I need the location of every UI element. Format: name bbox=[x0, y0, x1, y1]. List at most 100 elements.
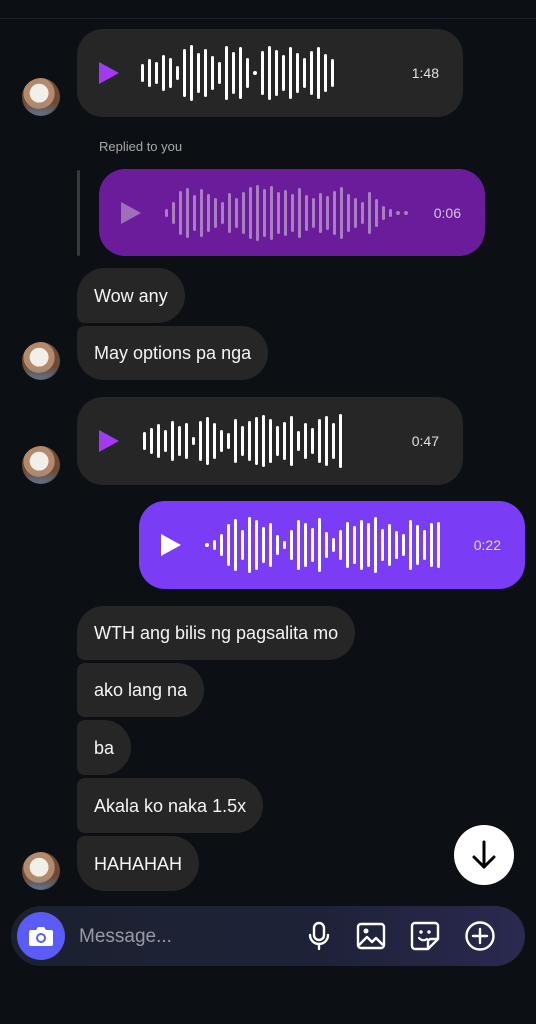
waveform-bar bbox=[347, 193, 350, 232]
waveform bbox=[165, 183, 408, 243]
waveform-bar bbox=[214, 197, 217, 228]
waveform-bar bbox=[325, 416, 328, 466]
avatar[interactable] bbox=[22, 852, 60, 890]
voice-message[interactable]: 1:48 bbox=[77, 29, 463, 117]
waveform-bar bbox=[318, 419, 321, 463]
waveform-bar bbox=[368, 191, 371, 234]
waveform-bar bbox=[430, 523, 433, 567]
waveform-bar bbox=[225, 46, 228, 100]
waveform-bar bbox=[290, 416, 293, 466]
voice-record-button[interactable] bbox=[303, 920, 335, 952]
waveform-bar bbox=[169, 58, 172, 88]
play-icon[interactable] bbox=[99, 62, 119, 84]
waveform-bar bbox=[310, 51, 313, 95]
waveform-bar bbox=[276, 426, 279, 456]
waveform-bar bbox=[402, 534, 405, 556]
waveform bbox=[205, 515, 440, 575]
waveform bbox=[143, 411, 342, 471]
waveform-bar bbox=[228, 192, 231, 233]
waveform-bar bbox=[162, 55, 165, 91]
message-text: ba bbox=[94, 737, 115, 758]
arrow-down-icon bbox=[472, 840, 496, 869]
replied-label: Replied to you bbox=[99, 139, 183, 154]
waveform-bar bbox=[354, 197, 357, 228]
waveform-bar bbox=[263, 188, 266, 237]
waveform-bar bbox=[388, 524, 391, 566]
waveform-bar bbox=[190, 45, 193, 101]
message-bubble[interactable]: ba bbox=[77, 720, 132, 775]
waveform-bar bbox=[367, 523, 370, 567]
waveform-bar bbox=[141, 64, 144, 82]
message-bubble[interactable]: May options pa nga bbox=[77, 326, 269, 380]
waveform-bar bbox=[197, 53, 200, 93]
waveform-bar bbox=[396, 210, 400, 215]
avatar[interactable] bbox=[22, 78, 60, 116]
waveform-bar bbox=[311, 428, 314, 454]
message-bubble[interactable]: Wow any bbox=[77, 268, 185, 323]
message-input[interactable] bbox=[77, 918, 291, 956]
waveform-bar bbox=[277, 191, 280, 234]
waveform-bar bbox=[165, 208, 168, 217]
message-bubble[interactable]: Akala ko naka 1.5x bbox=[77, 778, 264, 833]
waveform-bar bbox=[211, 56, 214, 90]
play-icon[interactable] bbox=[121, 201, 141, 224]
message-text: Wow any bbox=[94, 285, 168, 306]
waveform-bar bbox=[437, 522, 440, 568]
top-divider bbox=[0, 18, 536, 19]
more-options-button[interactable] bbox=[464, 920, 496, 952]
sticker-button[interactable] bbox=[409, 920, 441, 952]
waveform-bar bbox=[171, 421, 174, 461]
waveform-bar bbox=[303, 58, 306, 88]
waveform-bar bbox=[234, 519, 237, 571]
waveform-bar bbox=[298, 187, 301, 238]
waveform-bar bbox=[416, 525, 419, 565]
waveform-bar bbox=[218, 62, 221, 84]
waveform-bar bbox=[220, 534, 223, 556]
play-icon[interactable] bbox=[99, 430, 119, 452]
waveform-bar bbox=[241, 530, 244, 560]
message-text: May options pa nga bbox=[94, 343, 252, 363]
waveform-bar bbox=[296, 53, 299, 93]
message-text: Akala ko naka 1.5x bbox=[94, 795, 247, 816]
camera-icon bbox=[29, 927, 53, 946]
waveform-bar bbox=[205, 543, 209, 547]
waveform-bar bbox=[297, 431, 300, 451]
message-bubble[interactable]: WTH ang bilis ng pagsalita mo bbox=[77, 606, 356, 660]
waveform-bar bbox=[311, 528, 314, 562]
waveform-bar bbox=[325, 532, 328, 558]
voice-message-reply[interactable]: 0:06 bbox=[99, 169, 485, 256]
voice-message[interactable]: 0:47 bbox=[77, 397, 463, 485]
gallery-button[interactable] bbox=[355, 920, 387, 952]
waveform-bar bbox=[262, 527, 265, 563]
waveform-bar bbox=[253, 71, 257, 75]
message-bubble[interactable]: ako lang na bbox=[77, 663, 205, 717]
waveform-bar bbox=[192, 437, 195, 445]
voice-duration: 0:06 bbox=[433, 204, 461, 221]
waveform-bar bbox=[340, 186, 343, 239]
waveform-bar bbox=[283, 541, 286, 549]
play-icon[interactable] bbox=[161, 534, 181, 556]
waveform-bar bbox=[150, 428, 153, 454]
waveform-bar bbox=[261, 51, 264, 95]
waveform bbox=[141, 43, 334, 103]
message-text: WTH ang bilis ng pagsalita mo bbox=[94, 623, 339, 643]
waveform-bar bbox=[289, 47, 292, 99]
waveform-bar bbox=[227, 433, 230, 449]
message-bubble[interactable]: HAHAHAH bbox=[77, 836, 200, 891]
avatar[interactable] bbox=[22, 446, 60, 484]
waveform-bar bbox=[248, 517, 251, 573]
waveform-bar bbox=[317, 47, 320, 99]
voice-message-sent[interactable]: 0:22 bbox=[139, 501, 525, 589]
camera-button[interactable] bbox=[17, 912, 65, 960]
waveform-bar bbox=[326, 195, 329, 230]
waveform-bar bbox=[360, 520, 363, 570]
voice-duration: 0:47 bbox=[411, 433, 439, 449]
scroll-to-bottom-button[interactable] bbox=[454, 825, 514, 885]
waveform-bar bbox=[381, 529, 384, 561]
avatar[interactable] bbox=[22, 342, 60, 380]
waveform-bar bbox=[339, 530, 342, 560]
waveform-bar bbox=[148, 59, 151, 87]
waveform-bar bbox=[382, 205, 385, 220]
waveform-bar bbox=[232, 52, 235, 94]
waveform-bar bbox=[276, 535, 279, 555]
